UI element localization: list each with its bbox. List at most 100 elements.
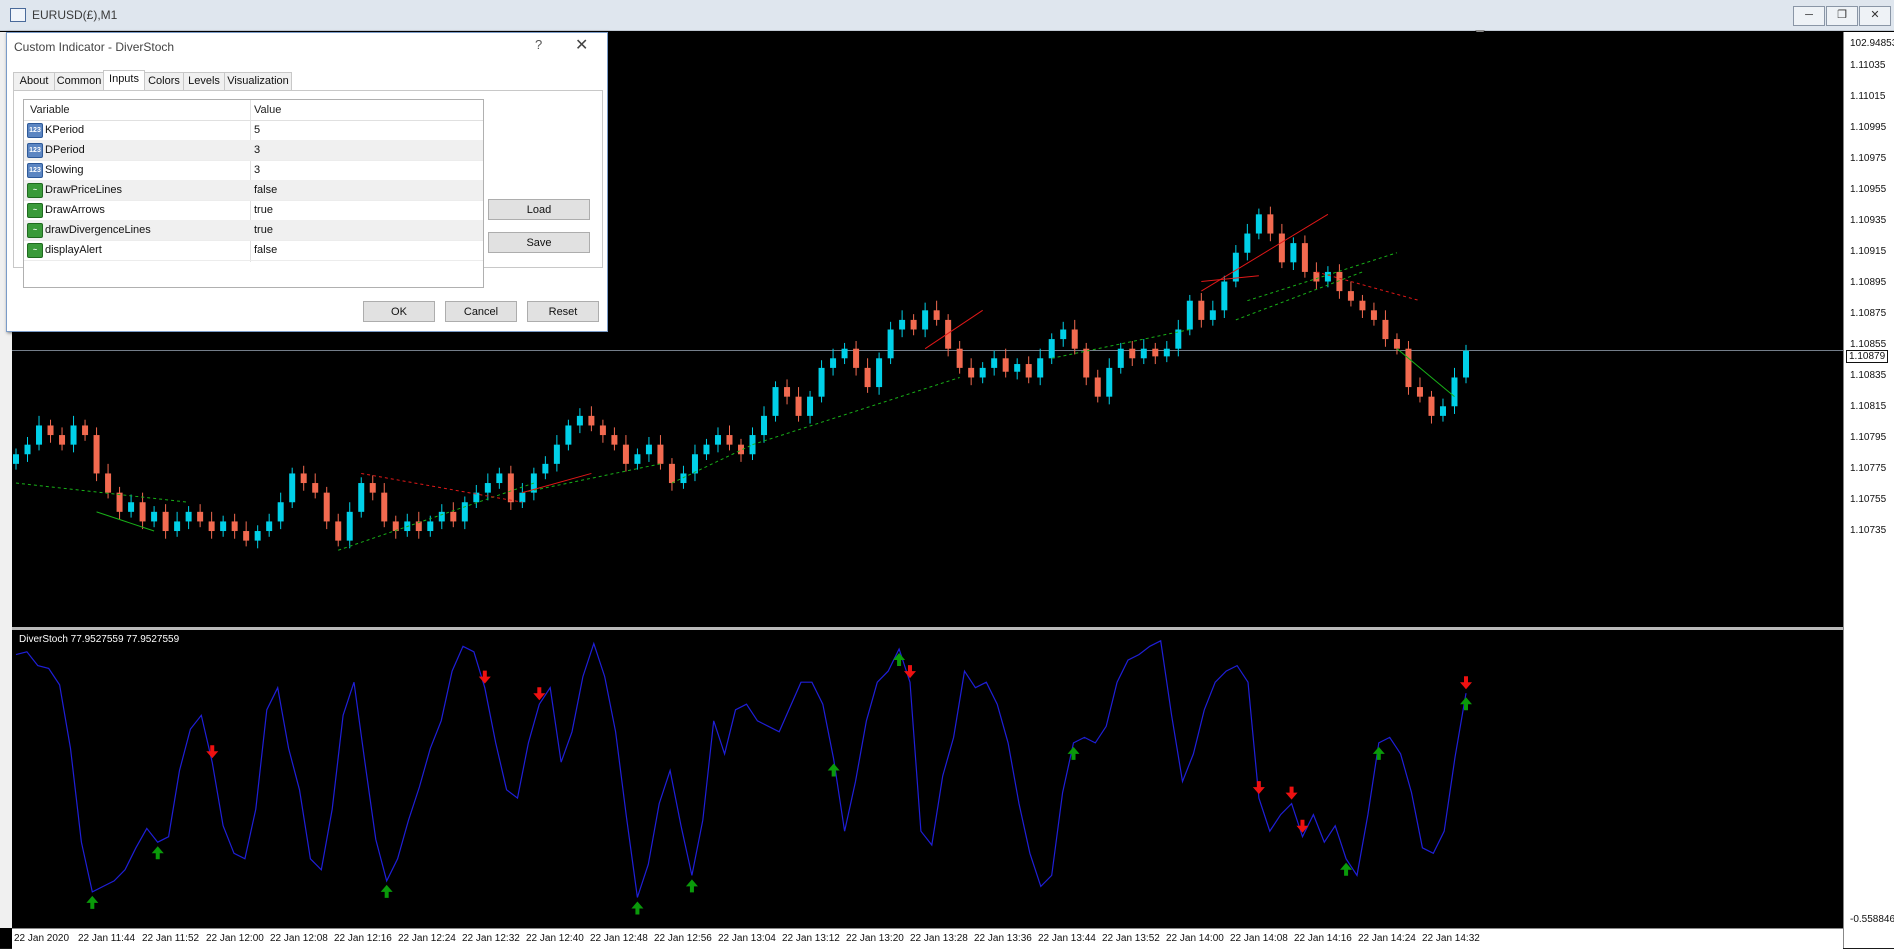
input-row-slowing[interactable]: 123 Slowing 3 xyxy=(24,160,483,181)
bear-candle xyxy=(588,415,595,426)
bull-candle xyxy=(1209,310,1216,320)
bear-candle xyxy=(507,473,514,503)
bear-candle xyxy=(968,367,975,378)
bear-candle xyxy=(1370,310,1377,320)
integer-type-icon: 123 xyxy=(27,123,43,138)
bear-candle xyxy=(910,319,917,330)
dialog-title: Custom Indicator - DiverStoch xyxy=(14,40,175,54)
input-row-drawarrows[interactable]: ~ DrawArrows true xyxy=(24,200,483,221)
bear-candle xyxy=(864,367,871,388)
variable-value[interactable]: false xyxy=(254,244,277,256)
reset-button[interactable]: Reset xyxy=(527,301,599,322)
minimize-button[interactable]: ─ xyxy=(1793,6,1825,26)
window-titlebar: EURUSD(£),M1 ─ ❐ ✕ xyxy=(0,0,1894,31)
time-tick-label: 22 Jan 13:20 xyxy=(846,933,904,944)
price-axis[interactable]: 1.11035 1.11015 1.10995 1.10975 1.10955 1.109… xyxy=(1843,32,1894,948)
bull-candle xyxy=(185,511,192,522)
variable-value[interactable]: 3 xyxy=(254,144,260,156)
bull-candle xyxy=(358,483,365,512)
bear-candle xyxy=(312,483,319,493)
tab-common[interactable]: Common xyxy=(54,72,104,90)
bear-candle xyxy=(47,425,54,436)
tab-levels[interactable]: Levels xyxy=(183,72,225,90)
bull-candle xyxy=(1290,243,1297,263)
tab-colors[interactable]: Colors xyxy=(144,72,184,90)
bull-candle xyxy=(1048,339,1055,359)
close-icon[interactable]: ✕ xyxy=(575,35,588,55)
bull-candle xyxy=(922,310,929,330)
bull-candle xyxy=(645,444,652,455)
column-variable[interactable]: Variable xyxy=(30,104,70,116)
load-button[interactable]: Load xyxy=(488,199,590,220)
bull-candle xyxy=(346,511,353,541)
diverstoch-subwindow[interactable] xyxy=(12,630,1843,928)
input-row-dperiod[interactable]: 123 DPeriod 3 xyxy=(24,140,483,161)
input-row-drawdivergencelines[interactable]: ~ drawDivergenceLines true xyxy=(24,220,483,241)
time-tick-label: 22 Jan 13:04 xyxy=(718,933,776,944)
bull-candle xyxy=(807,396,814,416)
input-row-kperiod[interactable]: 123 KPeriod 5 xyxy=(24,120,483,141)
bear-candle xyxy=(1267,214,1274,234)
tab-inputs[interactable]: Inputs xyxy=(103,70,145,91)
variable-name: displayAlert xyxy=(45,244,102,256)
bear-candle xyxy=(1025,364,1032,378)
time-axis[interactable]: 22 Jan 2020 22 Jan 11:44 22 Jan 11:52 22 Ja… xyxy=(12,928,1843,949)
save-button[interactable]: Save xyxy=(488,232,590,253)
price-tick-label: 1.10975 xyxy=(1850,153,1887,164)
bear-candle xyxy=(1416,387,1423,397)
variable-name: DrawPriceLines xyxy=(45,184,123,196)
bear-candle xyxy=(323,492,330,522)
variable-value[interactable]: true xyxy=(254,204,273,216)
bull-candle xyxy=(151,511,158,522)
bull-candle xyxy=(461,502,468,522)
bear-candle xyxy=(369,483,376,493)
bear-candle xyxy=(1359,300,1366,311)
bear-candle xyxy=(668,463,675,484)
variable-value[interactable]: 3 xyxy=(254,164,260,176)
custom-indicator-dialog: Custom Indicator - DiverStoch ? ✕ About … xyxy=(6,32,608,332)
bull-candle xyxy=(1439,406,1446,416)
price-tick-label: 1.11035 xyxy=(1850,60,1886,71)
bear-candle xyxy=(726,435,733,445)
time-tick-label: 22 Jan 13:44 xyxy=(1038,933,1096,944)
bull-candle xyxy=(772,387,779,416)
bull-candle xyxy=(36,425,43,445)
bull-candle xyxy=(174,521,181,532)
variable-name: drawDivergenceLines xyxy=(45,224,151,236)
column-value[interactable]: Value xyxy=(254,104,281,116)
time-tick-label: 22 Jan 13:52 xyxy=(1102,933,1160,944)
table-header: Variable Value xyxy=(24,100,483,121)
bear-candle xyxy=(139,502,146,522)
time-tick-label: 22 Jan 11:44 xyxy=(78,933,136,944)
ok-button[interactable]: OK xyxy=(363,301,435,322)
bear-candle xyxy=(116,492,123,512)
mt4-chart-window: EURUSD(£),M1 ─ ❐ ✕ DiverStoch 77.9527559… xyxy=(0,0,1894,949)
bull-candle xyxy=(714,435,721,445)
bear-candle xyxy=(335,521,342,541)
time-tick-label: 22 Jan 12:08 xyxy=(270,933,328,944)
time-tick-label: 22 Jan 14:32 xyxy=(1422,933,1480,944)
bull-candle xyxy=(634,454,641,464)
bear-candle xyxy=(1278,233,1285,263)
help-button[interactable]: ? xyxy=(535,37,542,52)
input-row-displayalert[interactable]: ~ displayAlert false xyxy=(24,240,483,261)
bear-candle xyxy=(1198,300,1205,320)
bull-candle xyxy=(1037,358,1044,378)
maximize-button[interactable]: ❐ xyxy=(1826,6,1858,26)
boolean-type-icon: ~ xyxy=(27,243,43,258)
bear-candle xyxy=(93,435,100,474)
tab-visualization[interactable]: Visualization xyxy=(224,72,292,90)
input-row-drawpricelines[interactable]: ~ DrawPriceLines false xyxy=(24,180,483,201)
price-tick-label: 1.10755 xyxy=(1850,494,1887,505)
cancel-button[interactable]: Cancel xyxy=(445,301,517,322)
variable-value[interactable]: 5 xyxy=(254,124,260,136)
bear-candle xyxy=(208,521,215,532)
close-window-button[interactable]: ✕ xyxy=(1859,6,1891,26)
tab-about[interactable]: About xyxy=(13,72,55,90)
bear-candle xyxy=(300,473,307,484)
variable-value[interactable]: false xyxy=(254,184,277,196)
bull-candle xyxy=(1140,348,1147,359)
variable-value[interactable]: true xyxy=(254,224,273,236)
bull-candle xyxy=(1106,367,1113,397)
time-tick-label: 22 Jan 12:00 xyxy=(206,933,264,944)
